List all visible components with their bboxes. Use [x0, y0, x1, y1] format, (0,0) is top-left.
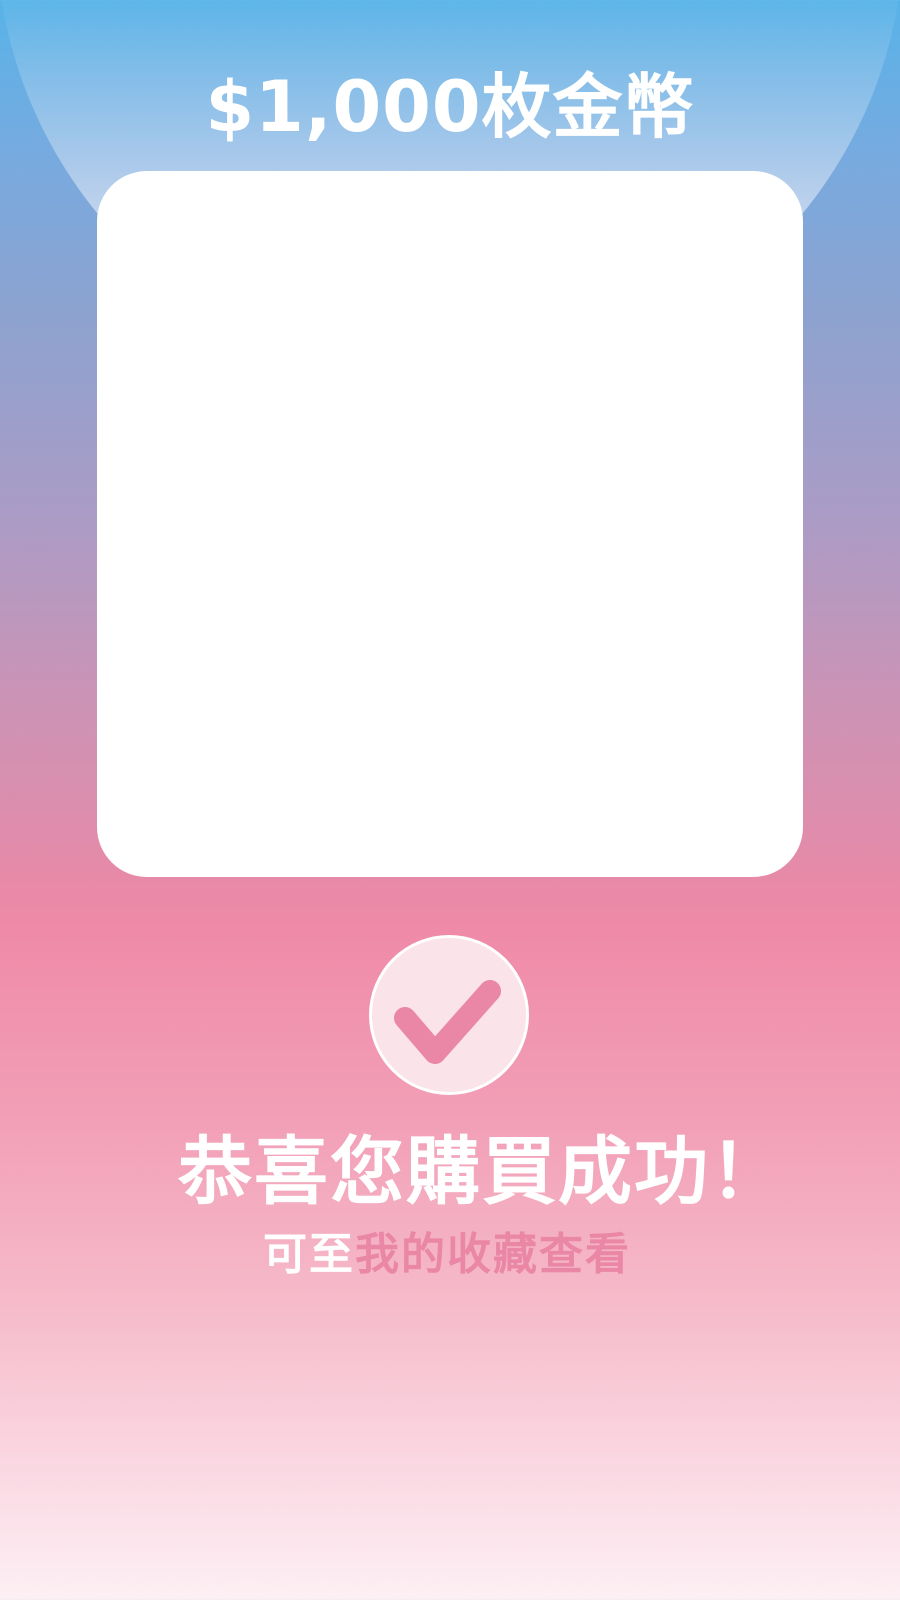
my-collection-link[interactable]: 我的收藏查看: [355, 1229, 631, 1280]
checkmark-icon: [394, 980, 501, 1064]
hint-prefix: 可至: [263, 1229, 355, 1280]
success-message: 恭喜您購買成功！: [178, 1129, 786, 1215]
hint-text: 可至我的收藏查看: [263, 1225, 683, 1285]
product-image-card: [97, 171, 803, 877]
success-badge: [369, 935, 529, 1095]
product-title: $1,000枚金幣: [205, 66, 695, 148]
